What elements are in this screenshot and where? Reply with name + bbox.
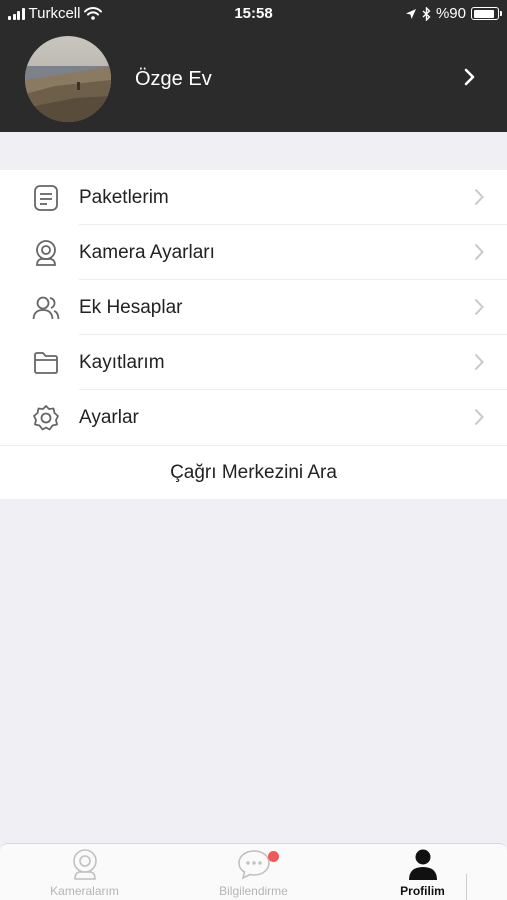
battery-icon (471, 7, 502, 20)
person-icon (408, 849, 437, 880)
tab-label: Profilim (400, 884, 445, 898)
tab-divider (466, 874, 467, 900)
profile-header[interactable]: Özge Ev (0, 28, 507, 132)
menu-item-camera-settings[interactable]: Kamera Ayarları (0, 225, 507, 280)
menu-item-packages[interactable]: Paketlerim (0, 170, 507, 225)
location-arrow-icon (405, 8, 416, 19)
menu-item-settings[interactable]: Ayarlar (0, 390, 507, 445)
tab-profile[interactable]: Profilim (338, 844, 507, 900)
camera-icon (72, 849, 97, 880)
camera-icon (36, 240, 56, 266)
gear-icon (33, 405, 59, 431)
menu-item-additional-accounts[interactable]: Ek Hesaplar (0, 280, 507, 335)
menu-item-label: Ek Hesaplar (79, 297, 183, 318)
chevron-right-icon (474, 188, 484, 206)
bluetooth-icon (422, 6, 431, 21)
chevron-right-icon (474, 243, 484, 261)
tab-label: Bilgilendirme (219, 884, 288, 898)
menu-item-label: Kamera Ayarları (79, 242, 215, 263)
notification-badge (268, 851, 279, 862)
call-center-label: Çağrı Merkezini Ara (170, 462, 337, 483)
chevron-right-icon[interactable] (464, 68, 476, 86)
tab-notifications[interactable]: Bilgilendirme (169, 844, 338, 900)
account-name: Özge Ev (135, 68, 212, 90)
users-icon (32, 296, 60, 320)
folder-icon (34, 352, 58, 374)
chevron-right-icon (474, 408, 484, 426)
profile-menu: Paketlerim Kamera Ayarları Ek Hesaplar K… (0, 170, 507, 499)
tab-cameras[interactable]: Kameralarım (0, 844, 169, 900)
status-bar: Turkcell 15:58 %90 (0, 0, 507, 28)
menu-item-label: Paketlerim (79, 187, 169, 208)
tab-label: Kameralarım (50, 884, 119, 898)
menu-item-label: Kayıtlarım (79, 352, 165, 373)
menu-item-label: Ayarlar (79, 407, 139, 428)
menu-item-recordings[interactable]: Kayıtlarım (0, 335, 507, 390)
battery-percent: %90 (435, 5, 466, 22)
tab-bar: Kameralarım Bilgilendirme Profilim (0, 843, 507, 900)
chat-bubble-icon (237, 850, 270, 880)
chevron-right-icon (474, 353, 484, 371)
call-center-button[interactable]: Çağrı Merkezini Ara (0, 445, 507, 499)
chevron-right-icon (474, 298, 484, 316)
profile-photo-icon[interactable] (25, 36, 111, 122)
packages-icon (34, 185, 58, 211)
